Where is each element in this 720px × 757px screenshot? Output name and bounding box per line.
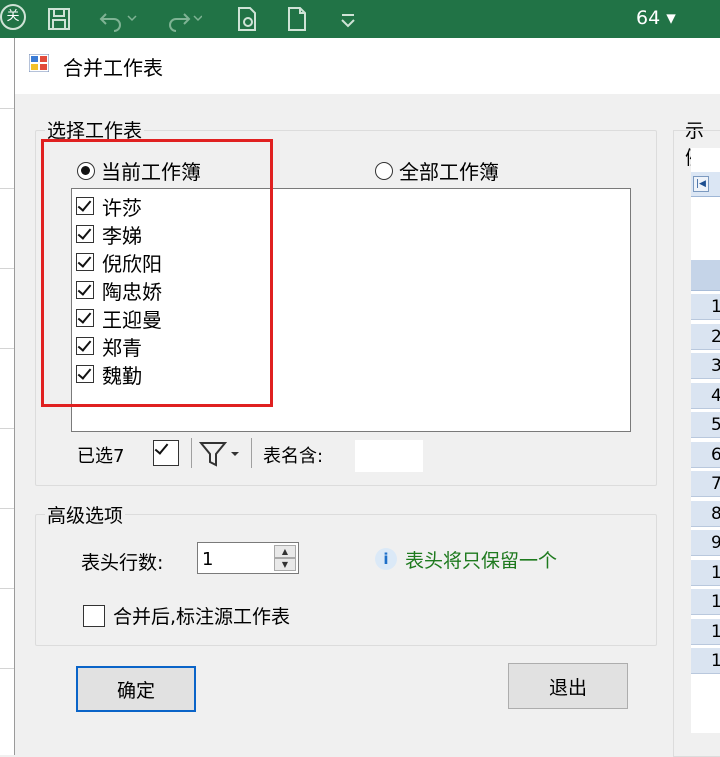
dialog-title: 合并工作表 xyxy=(63,56,163,80)
example-header-row xyxy=(691,260,720,291)
autosave-icon[interactable]: 关 xyxy=(0,4,26,30)
spin-down-button[interactable]: ▼ xyxy=(274,558,296,571)
dialog-title-bar: 合并工作表 xyxy=(15,38,720,94)
name-contains-input[interactable] xyxy=(355,440,423,472)
mark-source-label: 合并后,标注源工作表 xyxy=(113,606,291,628)
name-contains-label: 表名含: xyxy=(263,446,324,467)
mark-source-checkbox[interactable] xyxy=(83,604,105,627)
select-all-checkbox-icon[interactable] xyxy=(153,440,179,466)
print-preview-icon[interactable] xyxy=(234,6,260,39)
example-row-number: 13 xyxy=(691,648,720,674)
example-row-number: 12 xyxy=(691,618,720,645)
app-icon xyxy=(29,54,49,72)
example-preview-grid xyxy=(691,148,720,733)
example-row-number: 7 xyxy=(691,471,720,497)
advanced-options-legend: 高级选项 xyxy=(45,501,126,528)
radio-all-dot[interactable] xyxy=(375,161,393,180)
example-row-number: 2 xyxy=(691,323,720,350)
excel-title-bar: 关 64 ▾ xyxy=(0,0,720,38)
toolbar-divider xyxy=(251,438,252,468)
header-info-text: 表头将只保留一个 xyxy=(405,550,558,572)
example-row-number: 6 xyxy=(691,441,720,468)
zoom-level[interactable]: 64 ▾ xyxy=(636,7,676,29)
save-icon[interactable] xyxy=(46,6,72,39)
filter-icon[interactable] xyxy=(198,440,243,472)
redo-icon[interactable] xyxy=(162,6,203,39)
example-row-number: 11 xyxy=(691,589,720,615)
undo-icon[interactable] xyxy=(98,6,138,39)
spin-up-button[interactable]: ▲ xyxy=(274,545,296,558)
example-row-number: 3 xyxy=(691,353,720,379)
selected-count: 已选7 xyxy=(77,446,125,467)
example-nav-bar: |◀ xyxy=(691,172,720,197)
new-doc-icon[interactable] xyxy=(284,6,310,39)
merge-sheets-dialog: 合并工作表 选择工作表 当前工作簿 全部工作簿 许莎 李娣 倪欣阳 陶忠娇 王迎… xyxy=(14,38,720,757)
example-row-number: 4 xyxy=(691,382,720,409)
header-rows-label: 表头行数: xyxy=(81,552,164,574)
radio-all-label: 全部工作簿 xyxy=(399,160,499,184)
info-icon: i xyxy=(375,548,397,570)
example-row-number: 9 xyxy=(691,530,720,556)
example-row-number: 5 xyxy=(691,412,720,438)
ok-button[interactable]: 确定 xyxy=(76,666,196,712)
example-row-number: 1 xyxy=(691,294,720,320)
radio-all-workbooks[interactable]: 全部工作簿 xyxy=(375,156,499,185)
toolbar-divider xyxy=(191,438,192,468)
mark-source-checkbox-row[interactable]: 合并后,标注源工作表 xyxy=(83,602,290,629)
first-page-icon[interactable]: |◀ xyxy=(693,176,709,192)
worksheet-background xyxy=(0,38,15,755)
exit-button[interactable]: 退出 xyxy=(508,663,628,709)
example-row-number: 8 xyxy=(691,500,720,527)
header-rows-input[interactable] xyxy=(200,545,276,573)
header-rows-stepper[interactable]: ▲ ▼ xyxy=(197,542,299,574)
highlight-annotation-box xyxy=(41,139,273,407)
customize-icon[interactable] xyxy=(338,6,358,39)
example-row-number: 10 xyxy=(691,559,720,586)
